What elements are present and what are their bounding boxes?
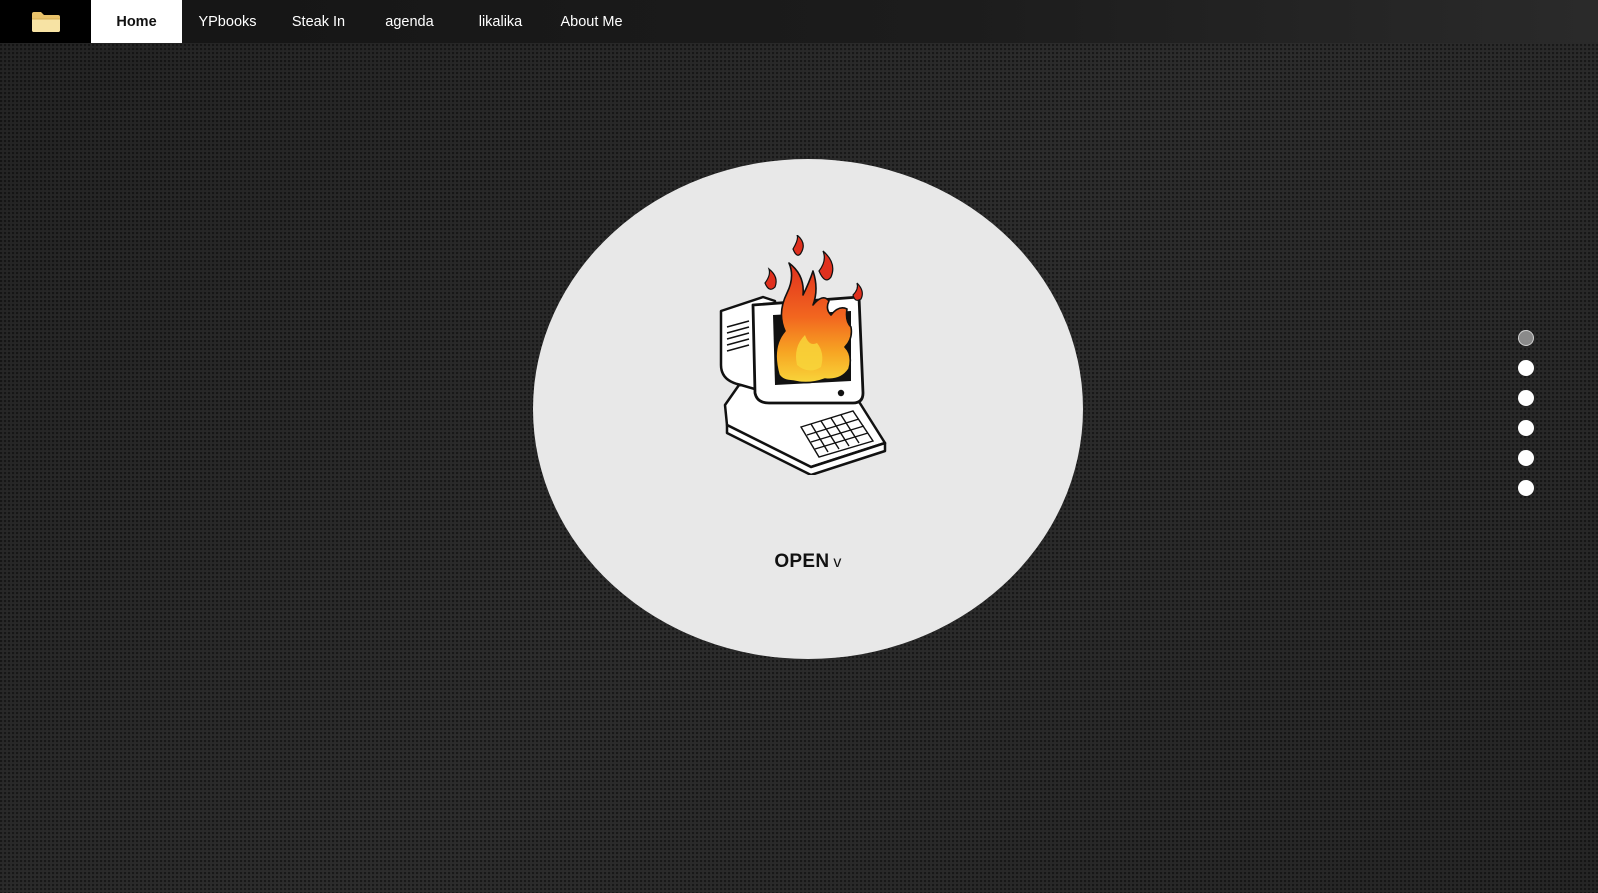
nav-item-steak-in[interactable]: Steak In [273, 0, 364, 43]
nav-item-home[interactable]: Home [91, 0, 182, 43]
chevron-down-icon: v [833, 554, 842, 571]
folder-logo[interactable] [0, 0, 91, 43]
nav-item-about-me[interactable]: About Me [546, 0, 637, 43]
hero-circle: OPEN v [533, 159, 1083, 659]
pagination-dot-6[interactable] [1518, 480, 1534, 496]
folder-icon [31, 11, 60, 32]
top-navigation: Home YPbooks Steak In agenda likalika Ab… [0, 0, 1598, 43]
nav-item-ypbooks[interactable]: YPbooks [182, 0, 273, 43]
pagination-dot-1[interactable] [1518, 330, 1534, 346]
pagination-dot-5[interactable] [1518, 450, 1534, 466]
nav-item-agenda[interactable]: agenda [364, 0, 455, 43]
pagination-dot-4[interactable] [1518, 420, 1534, 436]
section-pagination [1518, 330, 1538, 510]
open-button[interactable]: OPEN v [533, 551, 1083, 573]
open-label: OPEN [774, 551, 830, 572]
nav-item-likalika[interactable]: likalika [455, 0, 546, 43]
computer-on-fire-icon [719, 235, 887, 475]
pagination-dot-2[interactable] [1518, 360, 1534, 376]
pagination-dot-3[interactable] [1518, 390, 1534, 406]
